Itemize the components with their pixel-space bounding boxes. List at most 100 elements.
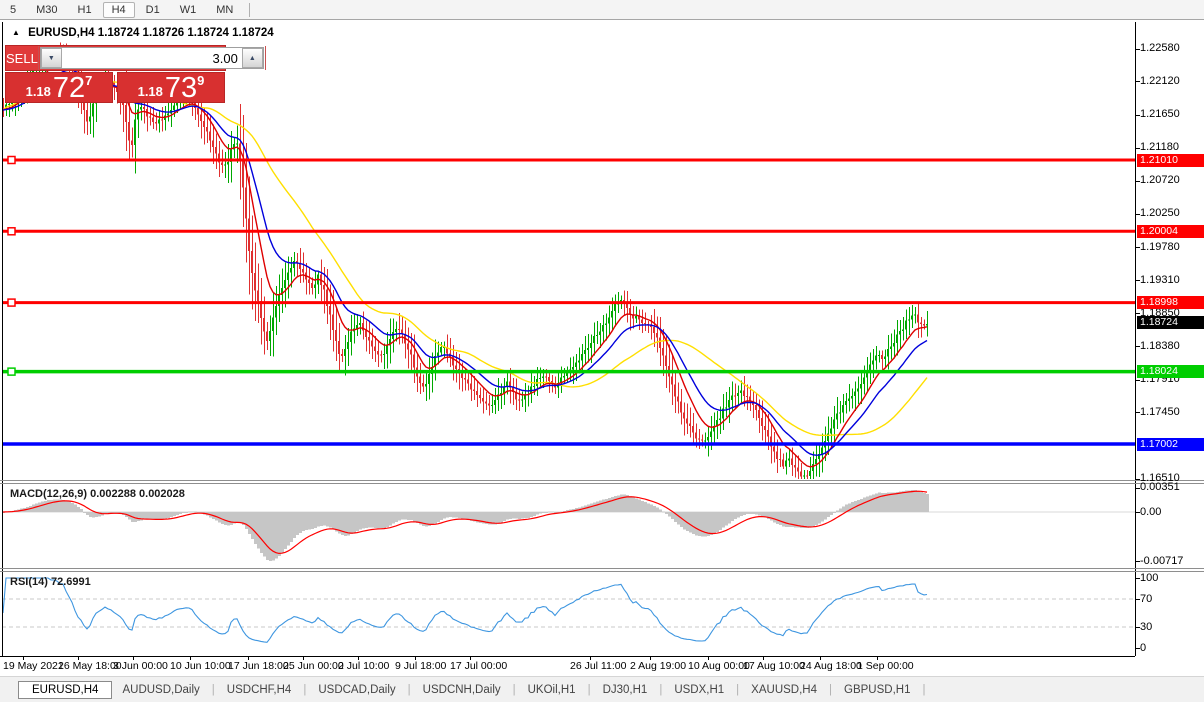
price-axis-label: 1.21180 [1140, 141, 1179, 154]
line-handle[interactable] [7, 155, 16, 165]
price-axis-label: 1.21650 [1140, 108, 1180, 121]
buy-price-prefix: 1.18 [137, 84, 163, 99]
chart-ohlc-values: 1.18724 1.18726 1.18724 1.18724 [97, 27, 274, 39]
price-line-tag: 1.18998 [1137, 296, 1204, 310]
symbol-tab-xauusd[interactable]: XAUUSD,H4 [741, 682, 827, 698]
rsi-indicator-label: RSI(14) 72.6991 [10, 576, 91, 588]
current-price-tag: 1.18724 [1137, 315, 1204, 329]
volume-spinner: ▼ ▲ [39, 47, 264, 69]
volume-input[interactable] [61, 48, 242, 68]
macd-indicator-label: MACD(12,26,9) 0.002288 0.002028 [10, 488, 185, 500]
sell-button[interactable]: SELL [6, 46, 39, 70]
time-axis-label: 9 Jul 18:00 [395, 660, 447, 672]
macd-histogram [2, 490, 929, 562]
rsi-axis-label: 30 [1140, 620, 1153, 633]
timeframe-button-h4[interactable]: H4 [102, 1, 135, 18]
buy-price-big: 73 [164, 72, 198, 104]
time-axis-label: 10 Aug 00:00 [688, 660, 750, 672]
time-axis-label: 17 Jun 18:00 [228, 660, 289, 672]
rsi-axis-label: 70 [1140, 592, 1153, 605]
price-axis-label: 1.19310 [1140, 273, 1180, 286]
price-line-tag: 1.17002 [1137, 437, 1204, 451]
price-line-tag: 1.20004 [1137, 224, 1204, 238]
price-axis-label: 1.19780 [1140, 240, 1180, 253]
symbol-tab-audusd[interactable]: AUDUSD,Daily [112, 682, 209, 698]
timeframe-button-d1[interactable]: D1 [137, 2, 169, 18]
time-axis-label: 1 Sep 00:00 [857, 660, 914, 672]
macd-axis-label: 0.00 [1140, 505, 1162, 518]
symbol-tab-gbpusd[interactable]: GBPUSD,H1 [834, 682, 920, 698]
time-axis-label: 17 Aug 10:00 [743, 660, 805, 672]
price-axis-label: 1.17450 [1140, 405, 1180, 418]
time-axis-label: 17 Jul 00:00 [450, 660, 508, 672]
buy-price-pip: 9 [197, 73, 205, 88]
tab-separator: | [512, 684, 516, 696]
sell-price-big: 72 [52, 72, 86, 104]
rsi-axis-label: 100 [1140, 571, 1159, 584]
price-axis-label: 1.22120 [1140, 74, 1180, 87]
sell-price-pip: 7 [85, 73, 93, 88]
symbol-tab-bar: EURUSD,H4 AUDUSD,Daily | USDCHF,H4 | USDCAD,D… [0, 676, 1204, 702]
macd-axis-label: 0.00351 [1140, 481, 1180, 494]
volume-decrease-button[interactable]: ▼ [40, 48, 62, 68]
one-click-trading-panel: SELL ▼ ▲ BUY 1.18 72 7 1.18 73 9 [5, 45, 293, 103]
symbol-tab-usdcnh[interactable]: USDCNH,Daily [413, 682, 511, 698]
candlestick-chart-surface[interactable] [0, 0, 1204, 702]
tab-separator: | [736, 684, 740, 696]
tab-separator: | [303, 684, 307, 696]
buy-price-display[interactable]: 1.18 73 9 [117, 72, 225, 103]
tab-separator: | [211, 684, 215, 696]
time-axis-label: 2 Jul 10:00 [338, 660, 390, 672]
timeframe-toolbar: 5 M30 H1 H4 D1 W1 MN [0, 0, 1204, 20]
sell-price-display[interactable]: 1.18 72 7 [5, 72, 113, 103]
time-axis-label: 3 Jun 00:00 [113, 660, 168, 672]
symbol-tab-usdchf[interactable]: USDCHF,H4 [217, 682, 302, 698]
line-handle[interactable] [7, 227, 16, 236]
timeframe-button-w1[interactable]: W1 [171, 2, 206, 18]
time-axis-label: 19 May 2021 [3, 660, 64, 672]
symbol-tab-usdcad[interactable]: USDCAD,Daily [308, 682, 405, 698]
time-axis-label: 10 Jun 10:00 [170, 660, 231, 672]
time-axis-label: 25 Jun 00:00 [283, 660, 344, 672]
horizontal-lines [2, 155, 1135, 446]
price-axis-label: 1.20250 [1140, 207, 1180, 220]
chart-symbol-label: EURUSD,H4 [28, 27, 95, 39]
collapse-icon[interactable]: ▲ [12, 28, 20, 37]
price-line-tag: 1.21010 [1137, 153, 1204, 167]
line-handle[interactable] [7, 298, 16, 307]
moving-averages [2, 60, 928, 468]
ma-mid [2, 69, 928, 456]
timeframe-button-mn[interactable]: MN [207, 2, 242, 18]
buy-button[interactable]: BUY [264, 46, 293, 70]
price-line-tag: 1.18024 [1137, 365, 1204, 379]
tab-separator: | [829, 684, 832, 696]
rsi-axis-label: 0 [1140, 641, 1147, 654]
symbol-tab-usdx[interactable]: USDX,H1 [664, 682, 734, 698]
tab-separator: | [587, 684, 591, 696]
macd-axis-label: -0.00717 [1140, 554, 1184, 567]
line-handle[interactable] [7, 367, 16, 376]
tab-separator: | [407, 684, 411, 696]
symbol-tab-eurusd[interactable]: EURUSD,H4 [18, 681, 113, 699]
time-axis-label: 26 Jul 11:00 [570, 660, 627, 672]
ma-fast [2, 60, 928, 468]
timeframe-button-h1[interactable]: H1 [69, 2, 101, 18]
symbol-tab-ukoil[interactable]: UKOil,H1 [518, 682, 586, 698]
chart-title: ▲ EURUSD,H4 1.18724 1.18726 1.18724 1.18… [12, 27, 274, 39]
volume-increase-button[interactable]: ▲ [241, 48, 263, 68]
toolbar-separator [249, 2, 251, 17]
chart-frame [0, 22, 1204, 660]
timeframe-button-m30[interactable]: M30 [27, 2, 66, 18]
tab-separator: | [922, 684, 926, 696]
symbol-tab-dj30[interactable]: DJ30,H1 [593, 682, 658, 698]
sell-price-prefix: 1.18 [25, 84, 51, 99]
price-axis-label: 1.18380 [1140, 339, 1180, 352]
price-axis-label: 1.20720 [1140, 174, 1180, 187]
candles [2, 42, 928, 479]
tab-separator: | [659, 684, 663, 696]
price-axis-label: 1.22580 [1140, 42, 1180, 55]
time-axis-label: 2 Aug 19:00 [630, 660, 687, 672]
rsi-line [2, 577, 928, 643]
time-axis-label: 24 Aug 18:00 [800, 660, 862, 672]
timeframe-button-5[interactable]: 5 [1, 2, 25, 18]
